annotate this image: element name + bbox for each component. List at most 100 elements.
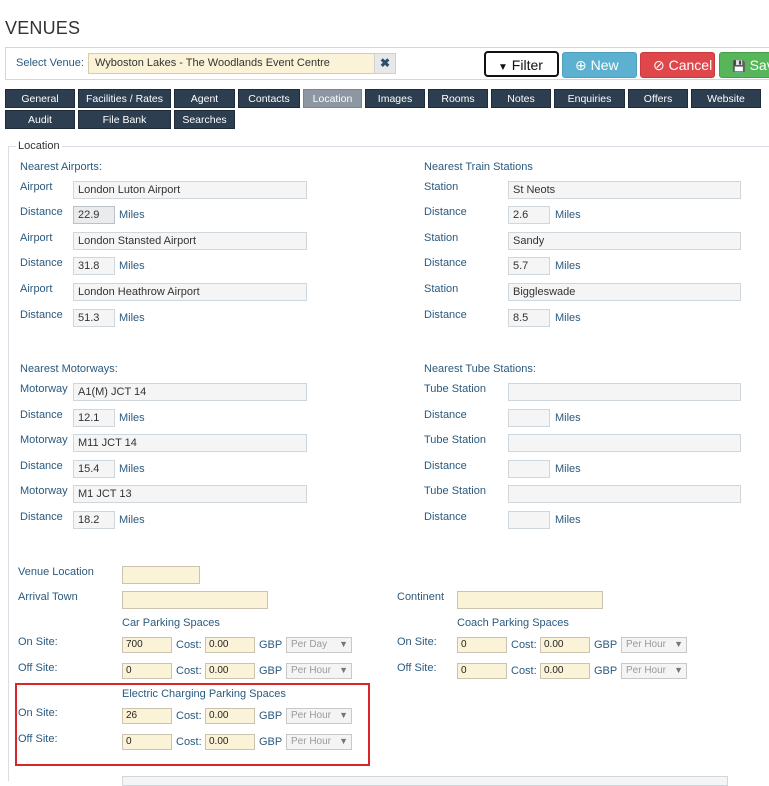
miles-label: Miles: [555, 412, 581, 424]
station-2-distance-input[interactable]: 5.7: [508, 257, 550, 275]
distance-label: Distance: [424, 460, 467, 472]
car-on-site-spaces-input[interactable]: 700: [122, 637, 172, 653]
coach-off-site-spaces-input[interactable]: 0: [457, 663, 507, 679]
tab-file-bank[interactable]: File Bank: [78, 110, 171, 129]
continent-input[interactable]: [457, 591, 603, 609]
chevron-down-icon: ▼: [339, 665, 348, 675]
tab-general[interactable]: General: [5, 89, 75, 108]
tube-station-1-input[interactable]: [508, 383, 741, 401]
motorway-2-distance-input[interactable]: 15.4: [73, 460, 115, 478]
off-site-label: Off Site:: [18, 733, 58, 745]
coach-off-site-period-select[interactable]: Per Hour ▼: [621, 663, 687, 679]
motorway-3-input[interactable]: M1 JCT 13: [73, 485, 307, 503]
distance-label: Distance: [424, 409, 467, 421]
station-2-input[interactable]: Sandy: [508, 232, 741, 250]
station-1-input[interactable]: St Neots: [508, 181, 741, 199]
chevron-down-icon: ▼: [674, 665, 683, 675]
tube-station-2-distance-input[interactable]: [508, 460, 550, 478]
tab-searches[interactable]: Searches: [174, 110, 235, 129]
tab-images[interactable]: Images: [365, 89, 425, 108]
nearest-motorways-heading: Nearest Motorways:: [20, 363, 118, 375]
car-on-site-period-select[interactable]: Per Day ▼: [286, 637, 352, 653]
cost-label: Cost:: [176, 736, 202, 748]
motorway-3-distance-input[interactable]: 18.2: [73, 511, 115, 529]
electric-on-site-period-select[interactable]: Per Hour ▼: [286, 708, 352, 724]
tab-agent[interactable]: Agent: [174, 89, 235, 108]
currency-label: GBP: [259, 639, 283, 651]
tab-location[interactable]: Location: [303, 89, 362, 108]
coach-on-site-spaces-input[interactable]: 0: [457, 637, 507, 653]
airport-1-distance-input[interactable]: 22.9: [73, 206, 115, 224]
motorway-2-input[interactable]: M11 JCT 14: [73, 434, 307, 452]
distance-label: Distance: [20, 511, 63, 523]
tab-audit[interactable]: Audit: [5, 110, 75, 129]
airport-1-input[interactable]: London Luton Airport: [73, 181, 307, 199]
miles-label: Miles: [555, 514, 581, 526]
tube-station-3-input[interactable]: [508, 485, 741, 503]
coach-off-site-cost-input[interactable]: 0.00: [540, 663, 590, 679]
tube-station-label: Tube Station: [424, 434, 486, 446]
distance-label: Distance: [20, 309, 63, 321]
tab-offers[interactable]: Offers: [628, 89, 688, 108]
cost-label: Cost:: [176, 665, 202, 677]
station-label: Station: [424, 283, 459, 295]
car-on-site-cost-input[interactable]: 0.00: [205, 637, 255, 653]
arrival-town-label: Arrival Town: [18, 591, 78, 603]
venue-location-input[interactable]: [122, 566, 200, 584]
tab-website[interactable]: Website: [691, 89, 761, 108]
off-site-label: Off Site:: [18, 662, 58, 674]
new-button[interactable]: ⊕ New: [562, 52, 637, 78]
tab-rooms[interactable]: Rooms: [428, 89, 488, 108]
cancel-button[interactable]: ⊘ Cancel: [640, 52, 715, 78]
cost-label: Cost:: [511, 639, 537, 651]
station-3-input[interactable]: Biggleswade: [508, 283, 741, 301]
electric-off-site-period-select[interactable]: Per Hour ▼: [286, 734, 352, 750]
tab-contacts[interactable]: Contacts: [238, 89, 300, 108]
car-off-site-cost-input[interactable]: 0.00: [205, 663, 255, 679]
filter-icon: ▼: [498, 62, 508, 73]
airport-2-distance-input[interactable]: 31.8: [73, 257, 115, 275]
airport-2-input[interactable]: London Stansted Airport: [73, 232, 307, 250]
electric-on-site-cost-input[interactable]: 0.00: [205, 708, 255, 724]
coach-on-site-cost-input[interactable]: 0.00: [540, 637, 590, 653]
location-fieldset-border: [8, 146, 769, 147]
tube-station-label: Tube Station: [424, 485, 486, 497]
bottom-partial-input[interactable]: [122, 776, 728, 786]
period-value: Per Hour: [291, 710, 332, 721]
distance-label: Distance: [20, 257, 63, 269]
tab-notes[interactable]: Notes: [491, 89, 551, 108]
tube-station-1-distance-input[interactable]: [508, 409, 550, 427]
new-button-label: New: [590, 57, 619, 73]
motorway-1-distance-input[interactable]: 12.1: [73, 409, 115, 427]
tube-station-3-distance-input[interactable]: [508, 511, 550, 529]
tube-station-2-input[interactable]: [508, 434, 741, 452]
tab-facilities-rates[interactable]: Facilities / Rates: [78, 89, 171, 108]
station-3-distance-input[interactable]: 8.5: [508, 309, 550, 327]
distance-label: Distance: [424, 206, 467, 218]
venue-select[interactable]: Wyboston Lakes - The Woodlands Event Cen…: [88, 53, 375, 74]
clear-venue-icon[interactable]: ✖: [374, 53, 396, 74]
distance-label: Distance: [20, 460, 63, 472]
tube-station-label: Tube Station: [424, 383, 486, 395]
motorway-1-input[interactable]: A1(M) JCT 14: [73, 383, 307, 401]
electric-off-site-spaces-input[interactable]: 0: [122, 734, 172, 750]
distance-label: Distance: [20, 206, 63, 218]
nearest-tube-stations-heading: Nearest Tube Stations:: [424, 363, 536, 375]
motorway-label: Motorway: [20, 434, 68, 446]
coach-on-site-period-select[interactable]: Per Hour ▼: [621, 637, 687, 653]
station-1-distance-input[interactable]: 2.6: [508, 206, 550, 224]
car-off-site-spaces-input[interactable]: 0: [122, 663, 172, 679]
tab-enquiries[interactable]: Enquiries: [554, 89, 625, 108]
electric-off-site-cost-input[interactable]: 0.00: [205, 734, 255, 750]
save-button[interactable]: 💾 Save: [719, 52, 769, 78]
arrival-town-input[interactable]: [122, 591, 268, 609]
chevron-down-icon: ▼: [339, 639, 348, 649]
filter-button[interactable]: ▼ Filter: [484, 51, 559, 77]
airport-label: Airport: [20, 181, 53, 193]
continent-label: Continent: [397, 591, 445, 603]
airport-3-input[interactable]: London Heathrow Airport: [73, 283, 307, 301]
plus-circle-icon: ⊕: [575, 57, 587, 73]
car-off-site-period-select[interactable]: Per Hour ▼: [286, 663, 352, 679]
electric-on-site-spaces-input[interactable]: 26: [122, 708, 172, 724]
airport-3-distance-input[interactable]: 51.3: [73, 309, 115, 327]
